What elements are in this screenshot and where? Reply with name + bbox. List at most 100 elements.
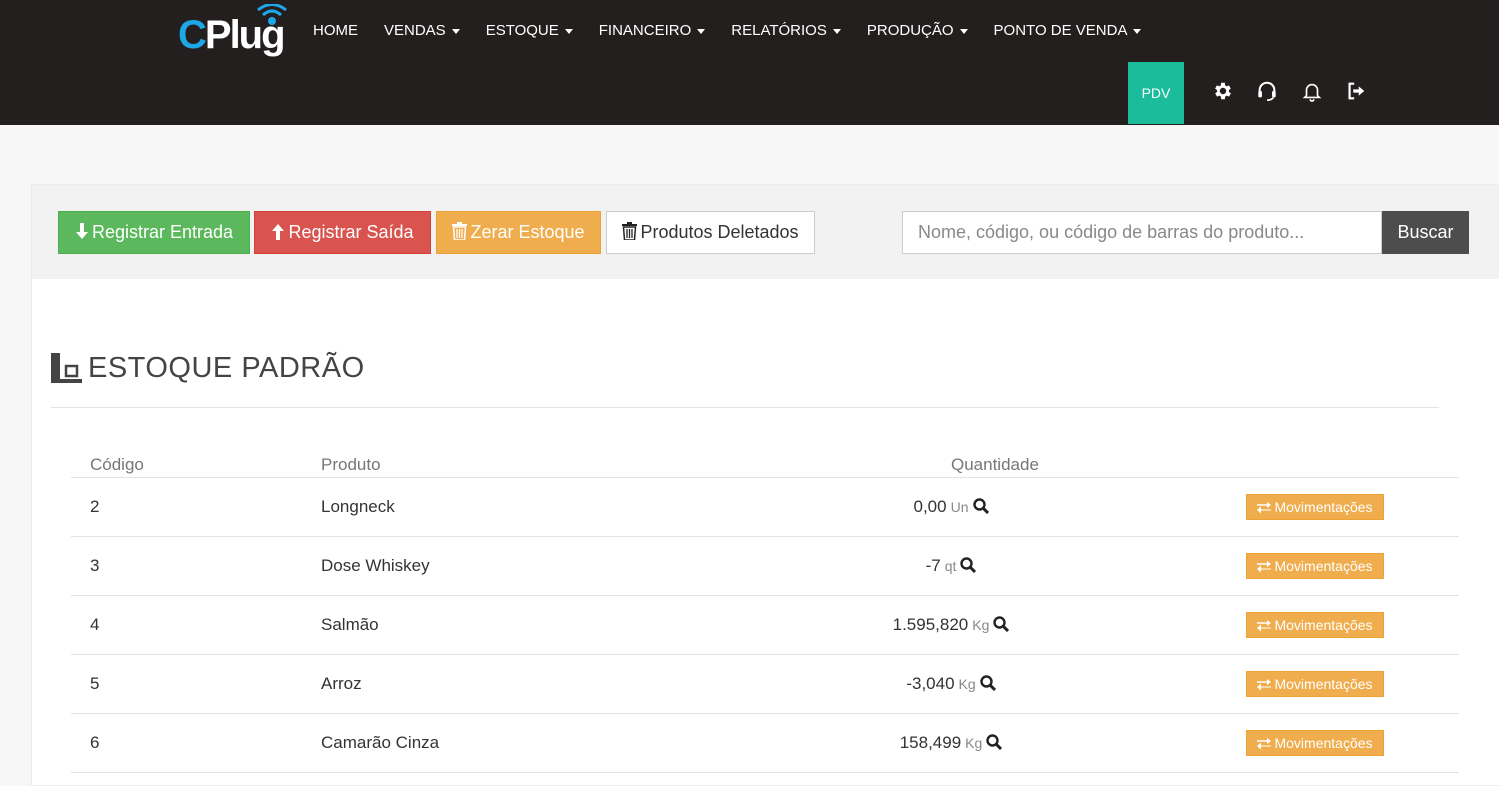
magnifier-icon[interactable] bbox=[986, 734, 1003, 755]
nav-menu-item[interactable]: FINANCEIRO bbox=[586, 0, 719, 62]
zerar-estoque-button[interactable]: Zerar Estoque bbox=[436, 211, 601, 254]
stock-panel: Registrar Entrada Registrar Saída Zerar … bbox=[31, 184, 1499, 786]
warehouse-icon bbox=[51, 353, 82, 383]
caret-down-icon bbox=[564, 28, 573, 34]
caret-down-icon bbox=[697, 28, 706, 34]
exchange-icon bbox=[1257, 499, 1274, 515]
quantity-unit: Un bbox=[950, 499, 969, 515]
nav-menu-item[interactable]: PONTO DE VENDA bbox=[981, 0, 1155, 62]
nav-menu-label: PONTO DE VENDA bbox=[993, 22, 1128, 39]
table-row: 2 Longneck 0,00 Un Movimentações bbox=[71, 478, 1459, 537]
arrow-down-icon bbox=[75, 223, 88, 239]
cell-codigo: 3 bbox=[90, 556, 100, 575]
cell-codigo: 6 bbox=[90, 733, 100, 752]
quantity-unit: Kg bbox=[965, 735, 983, 751]
quantity-value: 1.595,820 bbox=[892, 615, 969, 634]
movimentacoes-label: Movimentações bbox=[1274, 735, 1373, 751]
nav-menu-label: HOME bbox=[313, 22, 358, 39]
magnifier-icon[interactable] bbox=[972, 498, 989, 519]
exchange-icon bbox=[1257, 558, 1274, 574]
quantity-unit: qt bbox=[944, 558, 957, 574]
exchange-icon bbox=[1257, 617, 1274, 633]
page-title: ESTOQUE PADRÃO bbox=[88, 351, 365, 384]
table-row: 4 Salmão 1.595,820 Kg Movimentações bbox=[71, 596, 1459, 655]
movimentacoes-label: Movimentações bbox=[1274, 558, 1373, 574]
caret-down-icon bbox=[451, 28, 460, 34]
table-row: 5 Arroz -3,040 Kg Movimentações bbox=[71, 655, 1459, 714]
heading-divider bbox=[51, 407, 1439, 408]
cell-quantidade: -7 qt bbox=[851, 556, 1051, 578]
table-header: Código Produto Quantidade bbox=[71, 447, 1459, 478]
zerar-estoque-label: Zerar Estoque bbox=[470, 222, 585, 242]
exchange-icon bbox=[1257, 735, 1274, 751]
movimentacoes-label: Movimentações bbox=[1274, 499, 1373, 515]
quantity-value: 0,00 bbox=[913, 497, 947, 516]
caret-down-icon bbox=[1133, 28, 1142, 34]
buscar-button[interactable]: Buscar bbox=[1382, 211, 1469, 254]
header-codigo: Código bbox=[90, 455, 144, 474]
registrar-saida-label: Registrar Saída bbox=[288, 222, 414, 242]
cell-quantidade: 0,00 Un bbox=[851, 497, 1051, 519]
headset-icon[interactable] bbox=[1256, 80, 1278, 102]
magnifier-icon[interactable] bbox=[993, 616, 1010, 637]
table-body: 2 Longneck 0,00 Un Movimentações 3 Dose Whiske… bbox=[71, 478, 1459, 773]
produtos-deletados-label: Produtos Deletados bbox=[640, 222, 799, 242]
cell-produto: Longneck bbox=[321, 497, 395, 516]
quantity-value: -3,040 bbox=[906, 674, 955, 693]
nav-menu-label: ESTOQUE bbox=[485, 22, 559, 39]
product-search-input[interactable] bbox=[902, 211, 1382, 254]
logout-icon[interactable] bbox=[1345, 80, 1367, 102]
trash-icon bbox=[622, 222, 638, 241]
trash-icon bbox=[452, 222, 468, 241]
cell-quantidade: 1.595,820 Kg bbox=[851, 615, 1051, 637]
magnifier-icon[interactable] bbox=[960, 557, 977, 578]
header-quantidade: Quantidade bbox=[951, 455, 1039, 474]
quantity-unit: Kg bbox=[972, 617, 990, 633]
nav-menu-item[interactable]: ESTOQUE bbox=[473, 0, 586, 62]
quantity-value: -7 bbox=[925, 556, 941, 575]
movimentacoes-label: Movimentações bbox=[1274, 617, 1373, 633]
cell-produto: Salmão bbox=[321, 615, 379, 634]
action-toolbar: Registrar Entrada Registrar Saída Zerar … bbox=[32, 185, 1499, 279]
header-produto: Produto bbox=[321, 455, 381, 474]
wifi-icon bbox=[257, 4, 287, 25]
cell-codigo: 5 bbox=[90, 674, 100, 693]
registrar-entrada-button[interactable]: Registrar Entrada bbox=[58, 211, 250, 254]
nav-menu-item[interactable]: HOME bbox=[300, 0, 371, 62]
registrar-entrada-label: Registrar Entrada bbox=[91, 222, 234, 242]
cell-produto: Arroz bbox=[321, 674, 362, 693]
bell-icon[interactable] bbox=[1301, 80, 1323, 102]
top-navbar: CPlug HOME VENDAS ESTOQUE FINANCEIRO RELATÓR… bbox=[0, 0, 1499, 125]
movimentacoes-button[interactable]: Movimentações bbox=[1246, 730, 1384, 756]
nav-menu-label: FINANCEIRO bbox=[598, 22, 692, 39]
nav-menu-item[interactable]: RELATÓRIOS bbox=[718, 0, 854, 62]
nav-menu-item[interactable]: VENDAS bbox=[371, 0, 473, 62]
cell-quantidade: 158,499 Kg bbox=[851, 733, 1051, 755]
cell-codigo: 2 bbox=[90, 497, 100, 516]
movimentacoes-button[interactable]: Movimentações bbox=[1246, 612, 1384, 638]
cplug-logo[interactable]: CPlug bbox=[178, 4, 290, 58]
movimentacoes-button[interactable]: Movimentações bbox=[1246, 671, 1384, 697]
caret-down-icon bbox=[959, 28, 968, 34]
gear-icon[interactable] bbox=[1212, 80, 1234, 102]
nav-menu-label: PRODUÇÃO bbox=[866, 22, 954, 39]
magnifier-icon[interactable] bbox=[979, 675, 996, 696]
caret-down-icon bbox=[832, 28, 841, 34]
quantity-unit: Kg bbox=[958, 676, 976, 692]
registrar-saida-button[interactable]: Registrar Saída bbox=[254, 211, 431, 254]
nav-menu-label: RELATÓRIOS bbox=[731, 22, 827, 39]
movimentacoes-button[interactable]: Movimentações bbox=[1246, 553, 1384, 579]
cell-produto: Camarão Cinza bbox=[321, 733, 440, 752]
cell-codigo: 4 bbox=[90, 615, 100, 634]
cell-produto: Dose Whiskey bbox=[321, 556, 430, 575]
movimentacoes-button[interactable]: Movimentações bbox=[1246, 494, 1384, 520]
produtos-deletados-button[interactable]: Produtos Deletados bbox=[606, 211, 815, 254]
pdv-button[interactable]: PDV bbox=[1128, 62, 1184, 124]
arrow-up-icon bbox=[272, 224, 285, 240]
quantity-value: 158,499 bbox=[899, 733, 962, 752]
nav-menu-label: VENDAS bbox=[384, 22, 446, 39]
page-heading: ESTOQUE PADRÃO bbox=[51, 348, 365, 388]
table-row: 3 Dose Whiskey -7 qt Movimentações bbox=[71, 537, 1459, 596]
stock-table: Código Produto Quantidade 2 Longneck 0,00 U… bbox=[71, 447, 1459, 773]
nav-menu-item[interactable]: PRODUÇÃO bbox=[854, 0, 981, 62]
